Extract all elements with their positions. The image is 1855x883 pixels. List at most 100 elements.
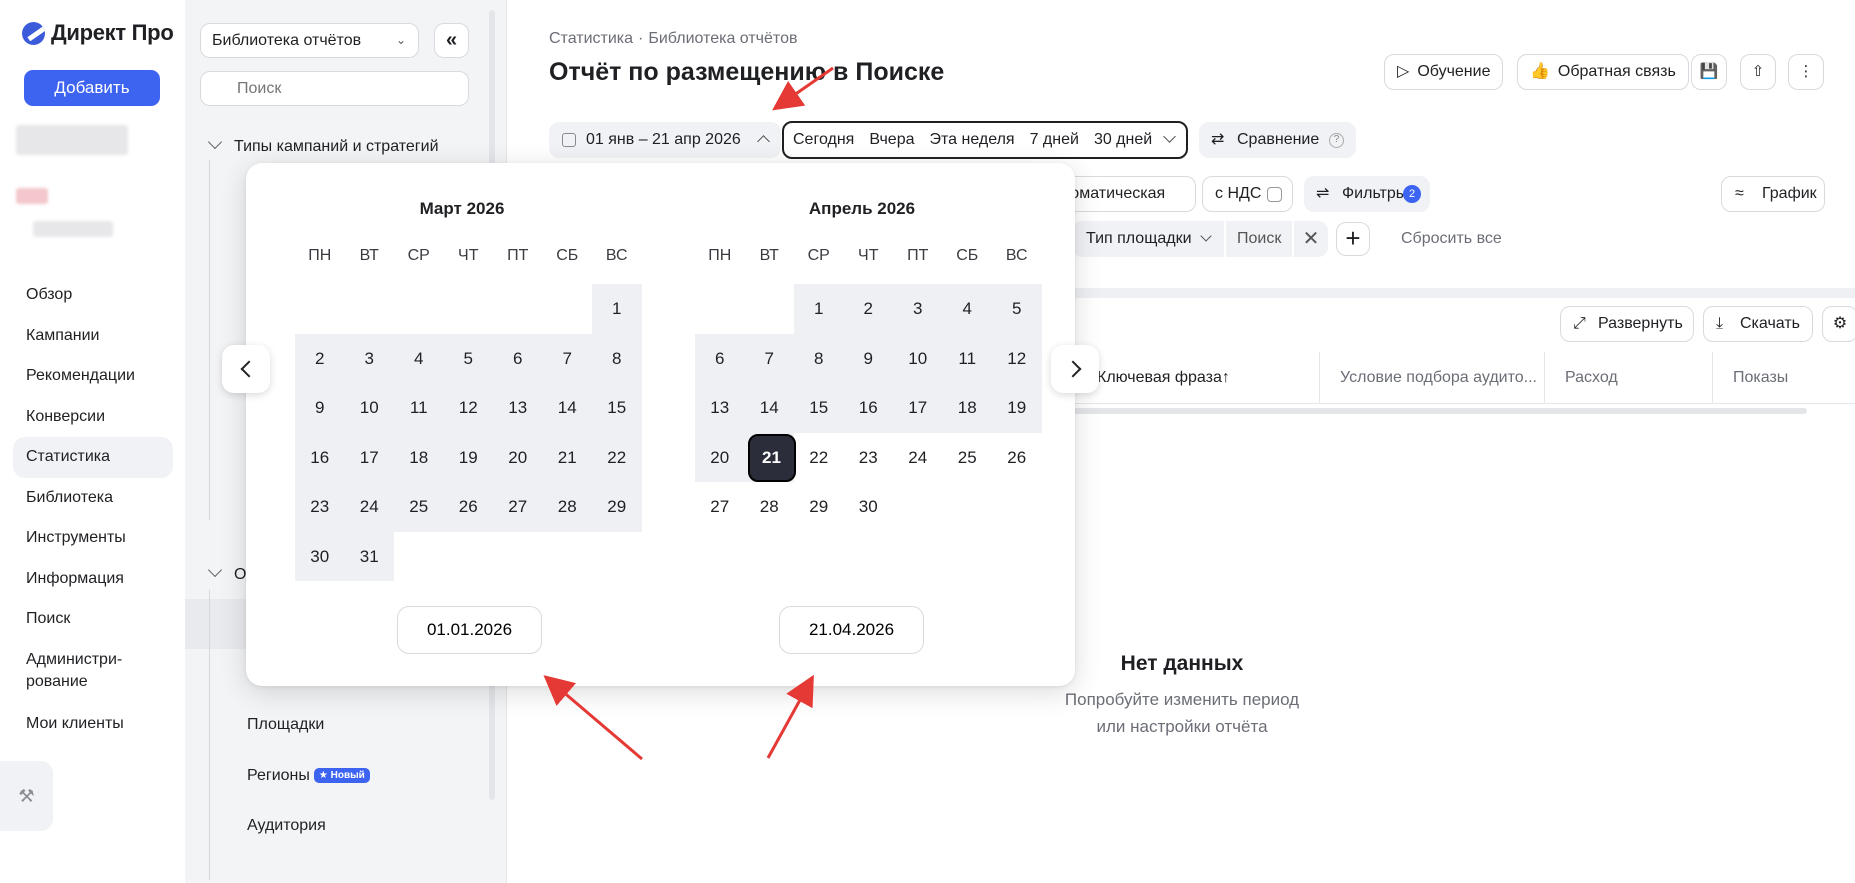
calendar-day[interactable]: 16 (843, 383, 893, 433)
library-group-campaign-types[interactable]: Типы кампаний и стратегий (200, 134, 439, 156)
calendar-day[interactable]: 8 (794, 333, 844, 383)
calendar-day[interactable]: 7 (542, 333, 592, 383)
nav-item[interactable]: Обзор (13, 275, 173, 316)
start-date-input[interactable] (397, 606, 542, 654)
breadcrumb-item[interactable]: Статистика (549, 30, 633, 47)
preset-7-days[interactable]: 7 дней (1030, 131, 1079, 149)
calendar-day[interactable]: 17 (344, 432, 394, 482)
calendar-day[interactable]: 27 (493, 482, 543, 532)
preset-30-days[interactable]: 30 дней (1094, 131, 1152, 149)
calendar-day[interactable]: 29 (794, 482, 844, 532)
preset-yesterday[interactable]: Вчера (869, 131, 914, 149)
library-item-audience[interactable]: Аудитория (247, 817, 326, 835)
next-month-button[interactable] (1051, 345, 1099, 393)
calendar-day[interactable]: 15 (592, 383, 642, 433)
column-keyword[interactable]: Ключевая фраза↑ (1077, 352, 1257, 404)
column-audience-condition[interactable]: Условие подбора аудито... (1319, 352, 1544, 404)
calendar-day[interactable]: 22 (592, 432, 642, 482)
calendar-day[interactable]: 9 (843, 333, 893, 383)
calendar-day-selected[interactable]: 21 (744, 432, 796, 482)
calendar-day[interactable]: 12 (992, 333, 1042, 383)
nav-item[interactable]: Рекомендации (13, 356, 173, 397)
vat-checkbox[interactable] (1267, 187, 1282, 202)
calendar-day[interactable]: 26 (992, 433, 1042, 483)
library-item-regions[interactable]: Регионы ★ Новый (247, 767, 370, 785)
calendar-day[interactable]: 25 (943, 433, 993, 483)
calendar-day[interactable]: 19 (443, 432, 493, 482)
calendar-day[interactable]: 18 (394, 432, 444, 482)
calendar-day[interactable]: 2 (843, 284, 893, 334)
compare-button[interactable]: ⇄ Сравнение ? (1199, 122, 1356, 158)
calendar-day[interactable]: 30 (295, 531, 345, 581)
calendar-day[interactable]: 12 (443, 383, 493, 433)
calendar-day[interactable]: 9 (295, 383, 345, 433)
prev-month-button[interactable] (222, 345, 270, 393)
calendar-day[interactable]: 8 (592, 333, 642, 383)
calendar-day[interactable]: 11 (942, 333, 992, 383)
nav-item[interactable]: Статистика (13, 437, 173, 478)
more-icon[interactable]: ⋮ (1788, 54, 1824, 90)
collapse-panel-button[interactable]: « (434, 23, 469, 58)
nav-item[interactable]: Информация (13, 559, 173, 600)
library-select[interactable]: Библиотека отчётов ⌄ (200, 23, 419, 58)
end-date-input[interactable] (779, 606, 924, 654)
nav-item[interactable]: Администри-рование (13, 640, 173, 704)
calendar-day[interactable]: 22 (794, 433, 844, 483)
calendar-day[interactable]: 4 (942, 284, 992, 334)
calendar-day[interactable]: 6 (695, 333, 745, 383)
calendar-day[interactable]: 15 (794, 383, 844, 433)
calendar-day[interactable]: 5 (443, 333, 493, 383)
expand-button[interactable]: ⤢ Развернуть (1560, 306, 1694, 342)
calendar-day[interactable]: 2 (295, 333, 345, 383)
vat-toggle[interactable]: с НДС (1202, 176, 1293, 212)
table-horizontal-scrollbar[interactable] (1017, 408, 1807, 414)
save-icon[interactable]: 💾 (1691, 54, 1727, 90)
calendar-day[interactable]: 4 (394, 333, 444, 383)
calendar-day[interactable]: 14 (744, 383, 794, 433)
calendar-day[interactable]: 3 (893, 284, 943, 334)
calendar-day[interactable]: 28 (745, 482, 795, 532)
training-button[interactable]: ▷ Обучение (1384, 54, 1504, 90)
calendar-day[interactable]: 13 (695, 383, 745, 433)
nav-item[interactable]: Библиотека (13, 478, 173, 519)
calendar-day[interactable]: 16 (295, 432, 345, 482)
library-item-placements[interactable]: Площадки (247, 716, 324, 734)
breadcrumb-item[interactable]: Библиотека отчётов (648, 30, 797, 47)
calendar-day[interactable]: 27 (695, 482, 745, 532)
calendar-day[interactable]: 29 (592, 482, 642, 532)
download-button[interactable]: ⤓ Скачать (1703, 306, 1813, 342)
nav-item[interactable]: Мои клиенты (13, 704, 173, 745)
chevron-down-icon[interactable] (1163, 130, 1176, 143)
calendar-day[interactable]: 6 (493, 333, 543, 383)
app-logo[interactable]: Директ Про (22, 20, 174, 46)
chart-button[interactable]: ≈ График (1721, 176, 1825, 212)
help-icon[interactable]: ? (1329, 133, 1344, 148)
calendar-day[interactable]: 7 (744, 333, 794, 383)
calendar-day[interactable]: 17 (893, 383, 943, 433)
share-icon[interactable]: ⇧ (1740, 54, 1776, 90)
column-impressions[interactable]: Показы (1712, 352, 1855, 404)
calendar-day[interactable]: 18 (942, 383, 992, 433)
calendar-day[interactable]: 19 (992, 383, 1042, 433)
nav-item[interactable]: Поиск (13, 599, 173, 640)
calendar-day[interactable]: 26 (443, 482, 493, 532)
calendar-day[interactable]: 24 (344, 482, 394, 532)
gear-icon[interactable]: ⚙ (1822, 306, 1855, 342)
reset-all-link[interactable]: Сбросить все (1401, 230, 1502, 248)
preset-today[interactable]: Сегодня (793, 131, 854, 149)
calendar-day[interactable]: 20 (695, 432, 745, 482)
nav-item[interactable]: Кампании (13, 316, 173, 357)
calendar-day[interactable]: 3 (344, 333, 394, 383)
library-group-2[interactable]: О (200, 562, 246, 584)
calendar-day[interactable]: 31 (344, 531, 394, 581)
calendar-day[interactable]: 10 (344, 383, 394, 433)
tools-hammer-icon[interactable]: ⚒ (0, 761, 53, 831)
close-icon[interactable]: ✕ (1294, 221, 1328, 257)
calendar-day[interactable]: 28 (542, 482, 592, 532)
calendar-day[interactable]: 25 (394, 482, 444, 532)
filter-chip-field[interactable]: Тип площадки (1072, 221, 1224, 257)
calendar-day[interactable]: 13 (493, 383, 543, 433)
add-filter-button[interactable]: + (1336, 222, 1370, 256)
calendar-day[interactable]: 11 (394, 383, 444, 433)
add-button[interactable]: Добавить (24, 70, 160, 106)
